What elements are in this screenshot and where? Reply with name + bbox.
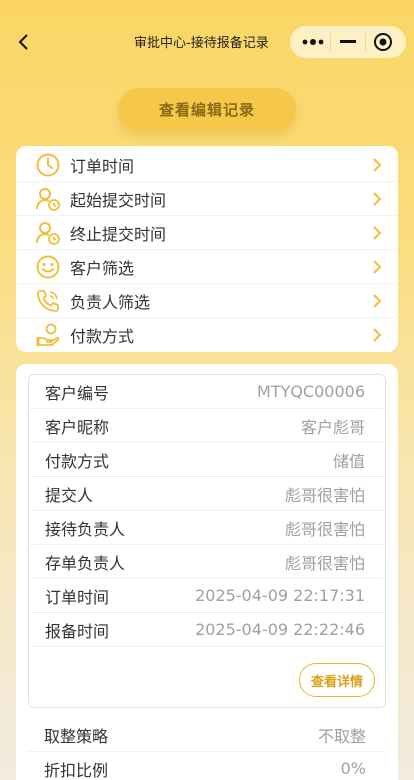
filter-label: 客户筛选 [70, 258, 135, 278]
row-key: 订单时间 [45, 587, 110, 607]
page-title: 审批中心-接待报备记录 [134, 36, 269, 51]
record-card: 客户编号 MTYQC00006 客户昵称 客户彪哥 付款方式 储值 提交人 彪哥… [16, 364, 398, 780]
chevron-right-icon [373, 225, 382, 240]
chevron-right-icon [373, 293, 382, 308]
row-key: 客户编号 [45, 383, 110, 403]
more-button[interactable] [300, 29, 326, 55]
record-row: 报备时间 2025-04-09 22:22:46 [29, 613, 385, 647]
record-row: 客户编号 MTYQC00006 [29, 375, 385, 409]
minimize-icon [340, 40, 356, 43]
filter-label: 付款方式 [70, 327, 135, 346]
chevron-right-icon [373, 157, 382, 172]
record-row: 提交人 彪哥很害怕 [29, 477, 385, 511]
chevron-right-icon [373, 328, 382, 342]
filter-label: 起始提交时间 [70, 190, 167, 210]
view-edit-records-button[interactable]: 查看编辑记录 [118, 88, 296, 130]
filter-card: 订单时间 起始提交时间 终止提交时间 客户筛选 负责人筛选 付款方式 [16, 146, 398, 352]
row-key: 付款方式 [45, 451, 110, 471]
chevron-right-icon [373, 259, 382, 274]
navigation-bar: 审批中心-接待报备记录 [0, 0, 414, 84]
record-row: 接待负责人 彪哥很害怕 [29, 511, 385, 545]
target-close-icon [374, 33, 392, 51]
row-value: 2025-04-09 22:22:46 [195, 620, 365, 639]
filter-order-time[interactable]: 订单时间 [16, 148, 398, 182]
row-key: 折扣比例 [44, 760, 109, 780]
record-info-box: 客户编号 MTYQC00006 客户昵称 客户彪哥 付款方式 储值 提交人 彪哥… [28, 374, 386, 708]
view-details-button[interactable]: 查看详情 [299, 663, 375, 697]
row-value: 彪哥很害怕 [284, 485, 365, 505]
record-extra-rows: 取整策略 不取整 折扣比例 0% [28, 718, 386, 780]
chevron-right-icon [373, 191, 382, 206]
filter-label: 终止提交时间 [70, 224, 167, 244]
record-row: 订单时间 2025-04-09 22:17:31 [29, 579, 385, 613]
clock-icon [34, 151, 62, 179]
user-clock-icon [34, 185, 62, 213]
row-key: 报备时间 [45, 621, 110, 641]
filter-payment-method[interactable]: 付款方式 [16, 318, 398, 352]
user-clock-icon [34, 219, 62, 247]
mini-program-capsule [290, 26, 406, 58]
record-row: 客户昵称 客户彪哥 [29, 409, 385, 443]
more-dots-icon [302, 39, 324, 45]
row-value: MTYQC00006 [256, 382, 365, 401]
record-row: 付款方式 储值 [29, 443, 385, 477]
capsule-divider [365, 33, 366, 51]
row-value: 彪哥很害怕 [284, 519, 365, 539]
close-button[interactable] [370, 29, 396, 55]
record-row: 取整策略 不取整 [28, 718, 386, 752]
row-value: 客户彪哥 [300, 417, 365, 437]
filter-person-in-charge[interactable]: 负责人筛选 [16, 284, 398, 318]
filter-end-submit-time[interactable]: 终止提交时间 [16, 216, 398, 250]
row-key: 客户昵称 [45, 417, 110, 437]
record-row: 折扣比例 0% [28, 752, 386, 780]
record-row: 存单负责人 彪哥很害怕 [29, 545, 385, 579]
filter-label: 订单时间 [70, 156, 135, 176]
row-key: 提交人 [45, 485, 94, 505]
filter-start-submit-time[interactable]: 起始提交时间 [16, 182, 398, 216]
filter-customer[interactable]: 客户筛选 [16, 250, 398, 284]
row-key: 存单负责人 [45, 553, 126, 573]
row-value: 不取整 [317, 726, 366, 746]
row-value: 0% [340, 759, 366, 778]
smile-icon [34, 253, 62, 281]
row-value: 2025-04-09 22:17:31 [195, 586, 365, 605]
hand-coin-icon [34, 321, 62, 349]
capsule-divider [330, 33, 331, 51]
row-key: 取整策略 [44, 726, 109, 746]
phone-icon [34, 287, 62, 315]
minimize-button[interactable] [335, 29, 361, 55]
row-value: 彪哥很害怕 [284, 553, 365, 573]
back-button[interactable] [12, 28, 36, 56]
row-key: 接待负责人 [45, 519, 126, 539]
chevron-left-icon [18, 34, 28, 50]
filter-label: 负责人筛选 [70, 292, 151, 312]
row-value: 储值 [332, 451, 365, 471]
